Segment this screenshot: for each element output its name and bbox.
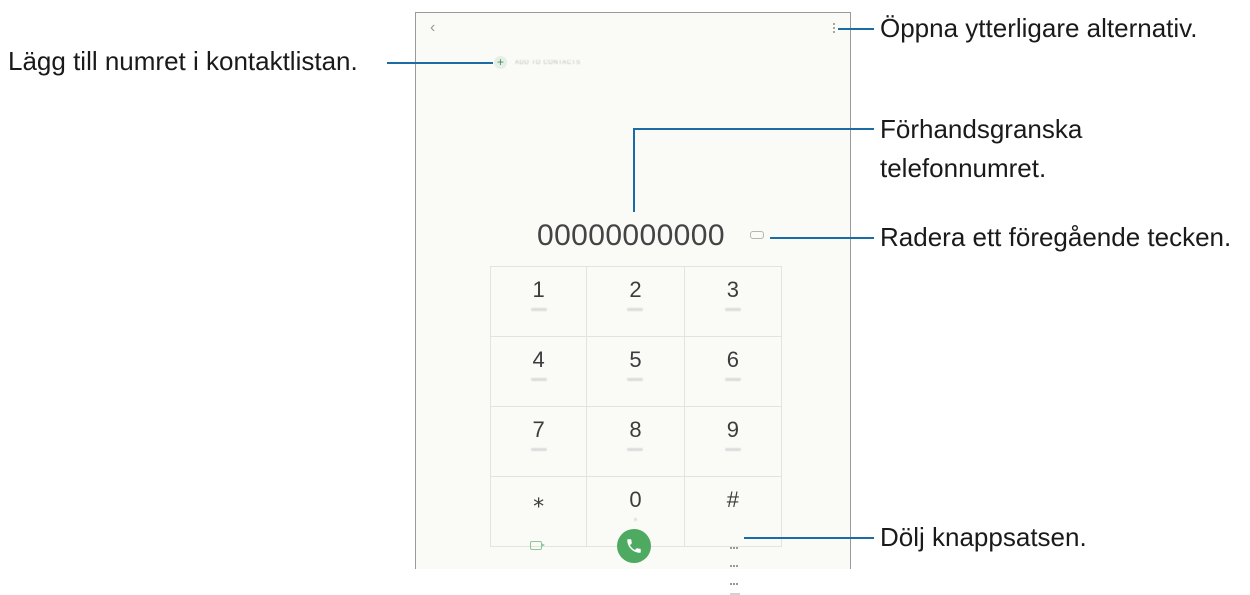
- key-digit: 8: [629, 417, 642, 442]
- phone-screen: ‹ + ADD TO CONTACTS 00000000000 1 2 3 4 …: [415, 12, 851, 595]
- callout-line-add-contact: [387, 62, 493, 64]
- key-digit: 6: [726, 347, 739, 372]
- key-4[interactable]: 4: [490, 337, 588, 407]
- key-digit: 4: [532, 347, 545, 372]
- call-icon: [627, 539, 641, 553]
- key-digit: 2: [629, 277, 642, 302]
- back-icon[interactable]: ‹: [430, 19, 435, 37]
- annotation-add-contact: Lägg till numret i kontaktlistan.: [8, 46, 358, 76]
- annotation-hide-keypad: Dölj knappsatsen.: [880, 522, 1087, 552]
- add-to-contacts-button[interactable]: + ADD TO CONTACTS: [494, 56, 581, 69]
- key-8[interactable]: 8: [587, 407, 685, 477]
- key-digit: 1: [532, 277, 545, 302]
- key-1[interactable]: 1: [490, 267, 588, 337]
- callout-line-more-options: [838, 28, 874, 30]
- key-letters: [724, 448, 741, 451]
- more-options-icon[interactable]: [833, 23, 836, 35]
- keypad-icon[interactable]: [730, 537, 742, 595]
- callout-line-preview-vertical: [633, 128, 635, 212]
- key-letters: [530, 308, 547, 311]
- key-letters: [627, 448, 644, 451]
- callout-line-hide-keypad: [744, 537, 874, 539]
- key-digit: 3: [726, 277, 739, 302]
- key-letters: [627, 308, 644, 311]
- key-letters: [530, 378, 547, 381]
- key-9[interactable]: 9: [684, 407, 782, 477]
- video-call-icon[interactable]: [530, 541, 545, 550]
- annotation-preview-line2: telefonnumret.: [880, 153, 1047, 183]
- key-digit: 9: [726, 417, 739, 442]
- add-to-contacts-label: ADD TO CONTACTS: [515, 59, 581, 66]
- call-bar: [490, 527, 782, 595]
- key-digit: 5: [629, 347, 642, 372]
- backspace-icon[interactable]: [750, 231, 764, 239]
- annotation-preview-line1: Förhandsgranska: [880, 114, 1083, 144]
- annotation-delete-char: Radera ett föregående tecken.: [880, 222, 1232, 252]
- key-digit: 7: [532, 417, 545, 442]
- key-digit: #: [726, 487, 739, 512]
- add-contact-icon: +: [494, 56, 507, 69]
- key-5[interactable]: 5: [587, 337, 685, 407]
- key-6[interactable]: 6: [684, 337, 782, 407]
- callout-line-preview: [633, 128, 874, 130]
- phone-number-preview: 00000000000: [537, 219, 725, 252]
- annotation-more-options: Öppna ytterligare alternativ.: [880, 13, 1198, 43]
- key-digit: ⁎: [533, 487, 545, 512]
- key-7[interactable]: 7: [490, 407, 588, 477]
- keypad: 1 2 3 4 5 6 7 8 9 ⁎ 0 #: [490, 266, 782, 547]
- callout-line-delete: [770, 237, 874, 239]
- key-letters: [724, 378, 741, 381]
- key-letters: [627, 378, 644, 381]
- key-2[interactable]: 2: [587, 267, 685, 337]
- key-digit: 0: [629, 487, 642, 512]
- key-letters: [633, 518, 637, 521]
- key-letters: [724, 308, 741, 311]
- key-letters: [530, 448, 547, 451]
- key-3[interactable]: 3: [684, 267, 782, 337]
- call-button[interactable]: [617, 529, 651, 563]
